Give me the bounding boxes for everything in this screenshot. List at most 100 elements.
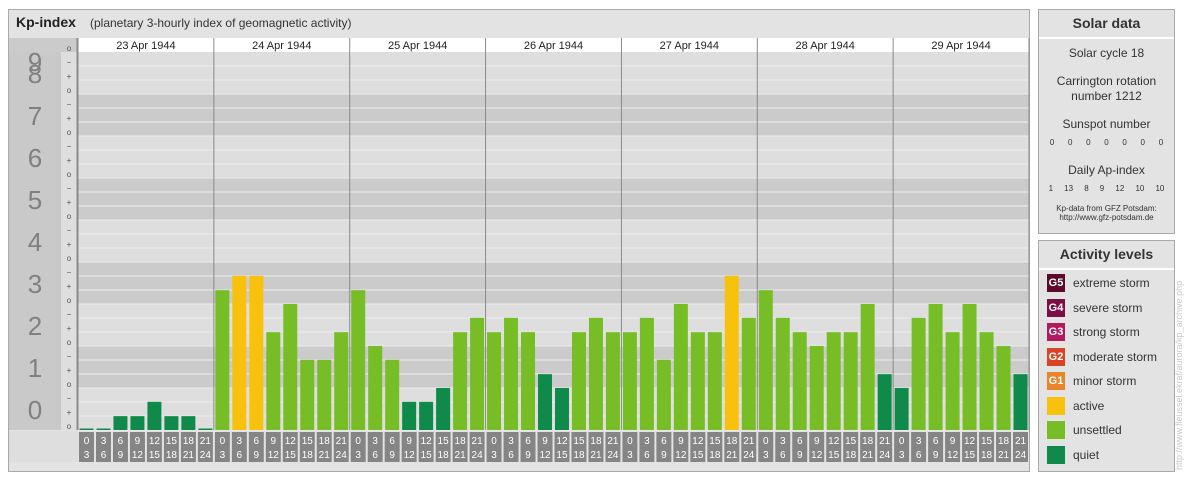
carrington-line1: Carrington rotation (1056, 74, 1157, 88)
xtick-end-label: 9 (933, 450, 939, 461)
kp-bar (232, 275, 247, 430)
y-major-label: 1 (28, 353, 42, 383)
kp-bar (113, 416, 128, 430)
xtick-start-label: 6 (525, 436, 531, 447)
xtick-end-label: 6 (101, 450, 107, 461)
kp-bar (198, 428, 213, 430)
ap-value: 9 (1099, 184, 1105, 193)
xtick-end-label: 9 (661, 450, 667, 461)
xtick-start-label: 9 (406, 436, 412, 447)
kp-bar (843, 332, 858, 430)
kp-bar (436, 388, 451, 430)
xtick-left-cell (9, 431, 78, 462)
band-8 (78, 52, 1029, 94)
y-minor-label: + (67, 366, 72, 375)
xtick-end-label: 24 (472, 450, 484, 461)
xtick-end-label: 12 (947, 450, 959, 461)
y-minor-label: + (67, 282, 72, 291)
xtick-end-label: 12 (404, 450, 416, 461)
y-major-label: 3 (28, 269, 42, 299)
xtick-start-label: 0 (355, 436, 361, 447)
y-minor-label: + (67, 324, 72, 333)
xtick-end-label: 6 (372, 450, 378, 461)
sunspot-value: 0 (1104, 138, 1109, 147)
xtick-start-label: 0 (491, 436, 497, 447)
level-swatch: G3 (1047, 323, 1065, 341)
level-label: unsettled (1073, 423, 1122, 437)
xtick-end-label: 3 (627, 450, 633, 461)
xtick-start-label: 15 (166, 436, 178, 447)
xtick-end-label: 15 (149, 450, 161, 461)
kp-bar (928, 304, 943, 430)
y-minor-label: − (67, 268, 72, 277)
xtick-start-label: 18 (862, 436, 874, 447)
kp-bar (402, 401, 417, 430)
y-major-label: 7 (28, 101, 42, 131)
xtick-end-label: 6 (237, 450, 243, 461)
xtick-end-label: 18 (166, 450, 178, 461)
xtick-start-label: 6 (797, 436, 803, 447)
carrington-line2: number 1212 (1071, 89, 1142, 103)
xtick-end-label: 18 (302, 450, 314, 461)
xtick-start-label: 9 (814, 436, 820, 447)
day-header: 25 Apr 1944 (388, 40, 447, 52)
xtick-start-label: 6 (389, 436, 395, 447)
y-minor-label: − (67, 226, 72, 235)
xtick-start-label: 12 (421, 436, 433, 447)
kp-bar (792, 332, 807, 430)
xtick-end-label: 21 (998, 450, 1010, 461)
sunspot-value: 0 (1140, 138, 1145, 147)
xtick-start-label: 21 (200, 436, 212, 447)
kp-bar (215, 290, 230, 430)
xtick-end-label: 15 (828, 450, 840, 461)
ap-value: 10 (1155, 184, 1165, 193)
kp-bar (504, 317, 519, 430)
kp-bar (860, 304, 875, 430)
xtick-start-label: 0 (84, 436, 90, 447)
kp-bar (639, 317, 654, 430)
level-swatch (1047, 421, 1065, 439)
xtick-start-label: 9 (271, 436, 277, 447)
xtick-end-label: 9 (118, 450, 124, 461)
day-header: 27 Apr 1944 (660, 40, 719, 52)
kp-bar (962, 304, 977, 430)
xtick-start-label: 18 (455, 436, 467, 447)
level-swatch: G5 (1047, 274, 1065, 292)
y-minor-label: + (67, 114, 72, 123)
band-7 (78, 94, 1029, 136)
band-6 (78, 136, 1029, 178)
xtick-start-label: 18 (183, 436, 195, 447)
kp-bar (453, 332, 468, 430)
xtick-end-label: 24 (1015, 450, 1027, 461)
kp-bar (605, 332, 620, 430)
kp-bar (317, 359, 332, 430)
xtick-start-label: 3 (916, 436, 922, 447)
level-label: quiet (1073, 447, 1100, 462)
xtick-end-label: 12 (675, 450, 687, 461)
xtick-end-label: 15 (556, 450, 568, 461)
xtick-start-label: 12 (556, 436, 568, 447)
y-major-label: 0 (28, 395, 42, 425)
y-minor-label: − (67, 58, 72, 67)
xtick-end-label: 21 (862, 450, 874, 461)
level-swatch (1047, 445, 1065, 464)
kp-bar (588, 317, 603, 430)
kp-bar (419, 401, 434, 430)
y-minor-label: + (67, 240, 72, 249)
background-bands (9, 38, 1030, 431)
xtick-end-label: 3 (899, 450, 905, 461)
xtick-start-label: 21 (743, 436, 755, 447)
xtick-end-label: 24 (879, 450, 891, 461)
xtick-end-label: 6 (644, 450, 650, 461)
xtick-start-label: 18 (319, 436, 331, 447)
kp-bar (622, 332, 637, 430)
y-minor-label: − (67, 184, 72, 193)
xtick-start-label: 15 (302, 436, 314, 447)
kp-bar (1013, 374, 1028, 430)
xtick-end-label: 12 (268, 450, 280, 461)
sunspot-values: 0 0 0 0 0 0 0 (1039, 138, 1174, 147)
day-header: 29 Apr 1944 (931, 40, 990, 52)
band-4 (78, 220, 1029, 262)
kp-bar (79, 428, 94, 430)
xtick-start-label: 6 (254, 436, 260, 447)
